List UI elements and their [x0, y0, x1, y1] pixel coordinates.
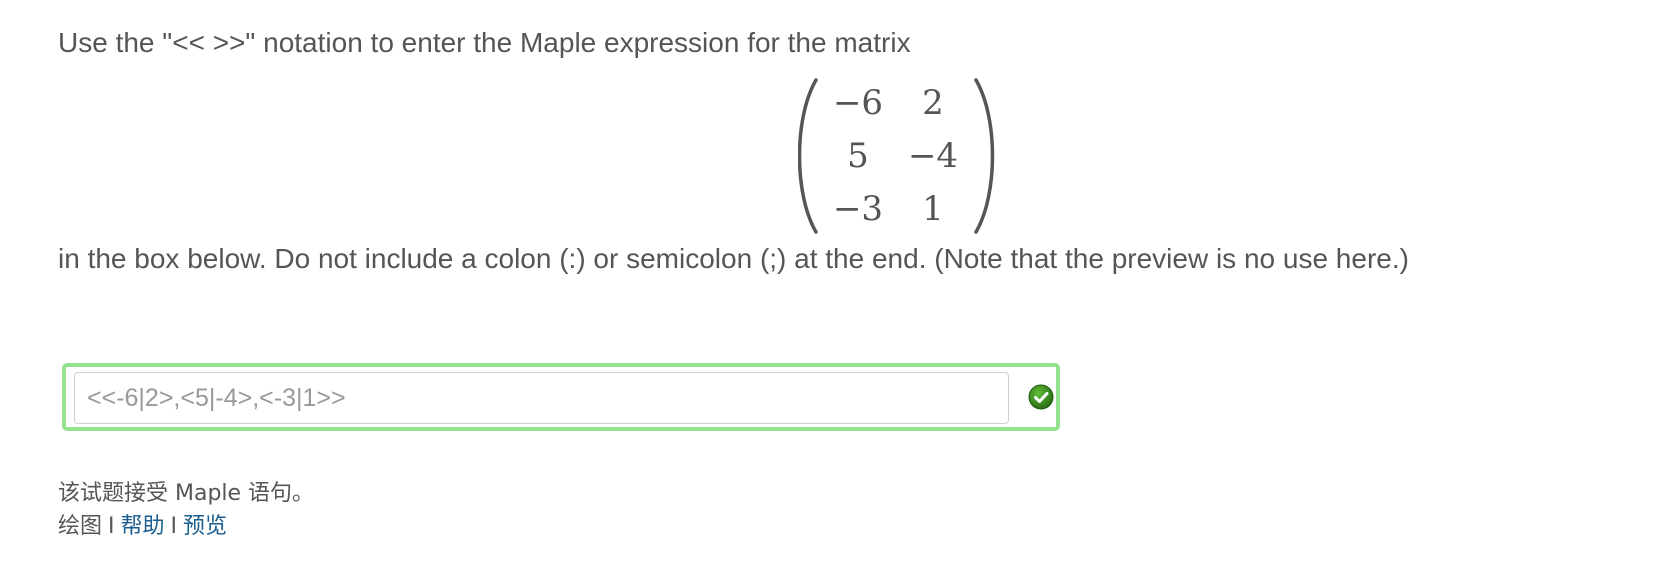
separator: I	[170, 514, 178, 539]
separator: I	[108, 514, 115, 539]
answer-frame	[62, 363, 1060, 431]
matrix-grid: −6 2 5 −4 −3 1	[822, 76, 972, 236]
accepts-maple-note: 该试题接受 Maple 语句。	[58, 481, 315, 506]
matrix-cell-r1c1: −6	[832, 82, 884, 123]
right-paren	[974, 78, 995, 234]
left-paren	[798, 78, 818, 234]
plot-label: 绘图	[58, 514, 103, 539]
matrix-cell-r1c2: 2	[922, 82, 944, 123]
preview-link[interactable]: 预览	[183, 514, 227, 539]
matrix-cell-r2c2: −4	[907, 135, 959, 176]
matrix-display: −6 2 5 −4 −3 1	[798, 76, 996, 236]
question-text-line2: in the box below. Do not include a colon…	[58, 243, 1409, 274]
check-circle-icon	[1028, 384, 1054, 410]
matrix-cell-r3c2: 1	[922, 188, 944, 229]
footer-links: 绘图 I 帮助 I 预览	[58, 512, 227, 542]
question-text-line1: Use the "<< >>" notation to enter the Ma…	[58, 27, 911, 58]
help-link[interactable]: 帮助	[121, 514, 165, 539]
matrix-cell-r3c1: −3	[832, 188, 884, 229]
matrix-cell-r2c1: 5	[847, 135, 869, 176]
answer-input[interactable]	[74, 372, 1009, 424]
